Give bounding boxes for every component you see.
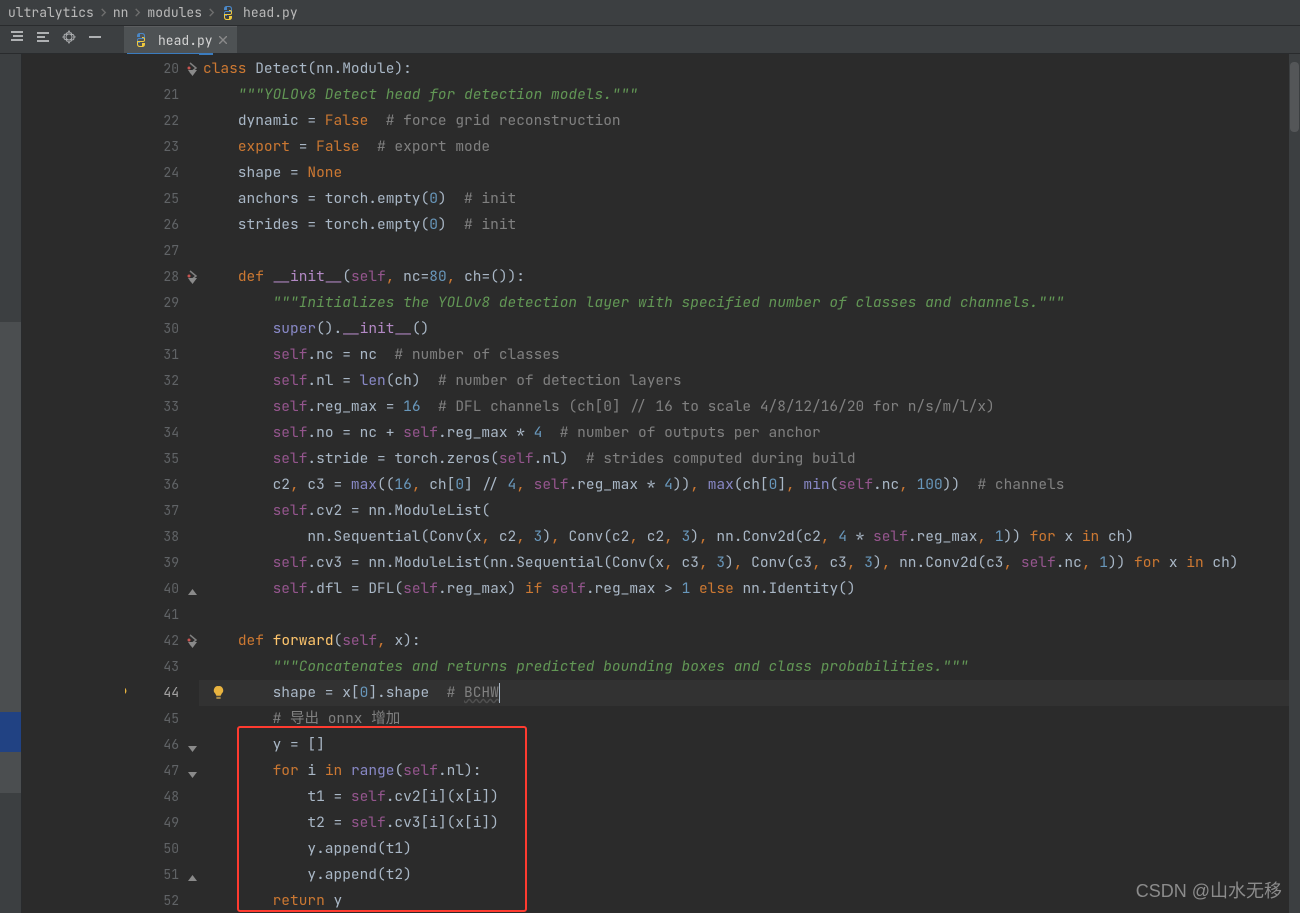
- line-number[interactable]: 36: [125, 472, 199, 498]
- line-number[interactable]: 35: [125, 446, 199, 472]
- breadcrumb-item[interactable]: head.py: [221, 4, 298, 21]
- line-number[interactable]: 24: [125, 160, 199, 186]
- line-number[interactable]: 26: [125, 212, 199, 238]
- line-number[interactable]: 48: [125, 784, 199, 810]
- chevron-right-icon: [94, 4, 113, 21]
- code-line[interactable]: t1 = self.cv2[i](x[i]): [199, 784, 1300, 810]
- editor-toolbar: head.py: [0, 26, 1300, 54]
- code-line[interactable]: [199, 602, 1300, 628]
- line-number[interactable]: 45: [125, 706, 199, 732]
- code-area[interactable]: class Detect(nn.Module): """YOLOv8 Detec…: [199, 54, 1300, 913]
- expand-all-icon[interactable]: [10, 30, 24, 49]
- selection-marker: [0, 712, 21, 752]
- code-line[interactable]: [199, 238, 1300, 264]
- chevron-right-icon: [202, 4, 221, 21]
- code-line[interactable]: self.reg_max = 16 # DFL channels (ch[0] …: [199, 394, 1300, 420]
- line-number[interactable]: 39: [125, 550, 199, 576]
- intention-bulb-icon[interactable]: [211, 685, 226, 700]
- code-line[interactable]: self.cv3 = nn.ModuleList(nn.Sequential(C…: [199, 550, 1300, 576]
- fold-toggle-icon[interactable]: [188, 766, 197, 784]
- intention-bulb-icon[interactable]: [125, 686, 129, 700]
- code-line[interactable]: self.no = nc + self.reg_max * 4 # number…: [199, 420, 1300, 446]
- watermark: CSDN @山水无移: [1136, 877, 1282, 903]
- code-line[interactable]: t2 = self.cv3[i](x[i]): [199, 810, 1300, 836]
- fold-toggle-icon[interactable]: [188, 64, 197, 82]
- vertical-scrollbar[interactable]: [1289, 54, 1300, 913]
- line-number[interactable]: 37: [125, 498, 199, 524]
- code-line[interactable]: dynamic = False # force grid reconstruct…: [199, 108, 1300, 134]
- code-line[interactable]: self.stride = torch.zeros(self.nl) # str…: [199, 446, 1300, 472]
- gear-icon[interactable]: [62, 30, 76, 49]
- breadcrumb-bar: ultralytics nn modules head.py: [0, 0, 1300, 26]
- code-line[interactable]: shape = x[0].shape # BCHW: [199, 680, 1300, 706]
- fold-toggle-icon[interactable]: [188, 740, 197, 758]
- collapse-all-icon[interactable]: [36, 30, 50, 49]
- code-line[interactable]: export = False # export mode: [199, 134, 1300, 160]
- code-line[interactable]: nn.Sequential(Conv(x, c2, 3), Conv(c2, c…: [199, 524, 1300, 550]
- scrollbar-thumb[interactable]: [1290, 62, 1299, 132]
- code-line[interactable]: # 导出 onnx 增加: [199, 706, 1300, 732]
- close-icon[interactable]: [219, 36, 227, 44]
- code-line[interactable]: def __init__(self, nc=80, ch=()):: [199, 264, 1300, 290]
- fold-toggle-icon[interactable]: [188, 636, 197, 654]
- code-line[interactable]: y.append(t1): [199, 836, 1300, 862]
- code-editor[interactable]: 2021222324252627282930313233343536373839…: [125, 54, 1300, 913]
- code-line[interactable]: super().__init__(): [199, 316, 1300, 342]
- line-number[interactable]: 31: [125, 342, 199, 368]
- line-number-gutter[interactable]: 2021222324252627282930313233343536373839…: [125, 54, 199, 913]
- code-line[interactable]: class Detect(nn.Module):: [199, 56, 1300, 82]
- editor-main: 2021222324252627282930313233343536373839…: [0, 54, 1300, 913]
- line-number[interactable]: 30: [125, 316, 199, 342]
- line-number[interactable]: 52: [125, 888, 199, 913]
- line-number[interactable]: 38: [125, 524, 199, 550]
- line-number[interactable]: 43: [125, 654, 199, 680]
- code-line[interactable]: self.nl = len(ch) # number of detection …: [199, 368, 1300, 394]
- editor-tabs: head.py: [124, 26, 237, 53]
- line-number[interactable]: 21: [125, 82, 199, 108]
- line-number[interactable]: 41: [125, 602, 199, 628]
- breadcrumb-item[interactable]: nn: [113, 4, 129, 21]
- code-line[interactable]: """Concatenates and returns predicted bo…: [199, 654, 1300, 680]
- gutter-spacer: [22, 54, 125, 913]
- code-line[interactable]: self.dfl = DFL(self.reg_max) if self.reg…: [199, 576, 1300, 602]
- breadcrumb-item[interactable]: modules: [147, 4, 202, 21]
- fold-toggle-icon[interactable]: [188, 272, 197, 290]
- breadcrumb-item[interactable]: ultralytics: [8, 4, 94, 21]
- line-number[interactable]: 50: [125, 836, 199, 862]
- code-line[interactable]: """Initializes the YOLOv8 detection laye…: [199, 290, 1300, 316]
- line-number[interactable]: 49: [125, 810, 199, 836]
- chevron-right-icon: [128, 4, 147, 21]
- line-number[interactable]: 23: [125, 134, 199, 160]
- line-number[interactable]: 44: [125, 680, 199, 706]
- line-number[interactable]: 25: [125, 186, 199, 212]
- line-number[interactable]: 22: [125, 108, 199, 134]
- code-line[interactable]: def forward(self, x):: [199, 628, 1300, 654]
- tool-window-bar[interactable]: [0, 54, 22, 913]
- code-line[interactable]: y = []: [199, 732, 1300, 758]
- line-number[interactable]: 33: [125, 394, 199, 420]
- line-number[interactable]: 29: [125, 290, 199, 316]
- code-line[interactable]: shape = None: [199, 160, 1300, 186]
- code-line[interactable]: anchors = torch.empty(0) # init: [199, 186, 1300, 212]
- tab-label: head.py: [158, 32, 213, 49]
- minimize-icon[interactable]: [88, 30, 102, 49]
- code-line[interactable]: self.cv2 = nn.ModuleList(: [199, 498, 1300, 524]
- code-line[interactable]: """YOLOv8 Detect head for detection mode…: [199, 82, 1300, 108]
- code-line[interactable]: self.nc = nc # number of classes: [199, 342, 1300, 368]
- line-number[interactable]: 27: [125, 238, 199, 264]
- code-line[interactable]: c2, c3 = max((16, ch[0] // 4, self.reg_m…: [199, 472, 1300, 498]
- python-file-icon: [134, 33, 148, 47]
- tab-head-py[interactable]: head.py: [124, 26, 237, 53]
- python-file-icon: [221, 6, 235, 20]
- code-line[interactable]: strides = torch.empty(0) # init: [199, 212, 1300, 238]
- code-line[interactable]: for i in range(self.nl):: [199, 758, 1300, 784]
- fold-toggle-icon[interactable]: [188, 870, 197, 888]
- fold-toggle-icon[interactable]: [188, 584, 197, 602]
- line-number[interactable]: 34: [125, 420, 199, 446]
- line-number[interactable]: 32: [125, 368, 199, 394]
